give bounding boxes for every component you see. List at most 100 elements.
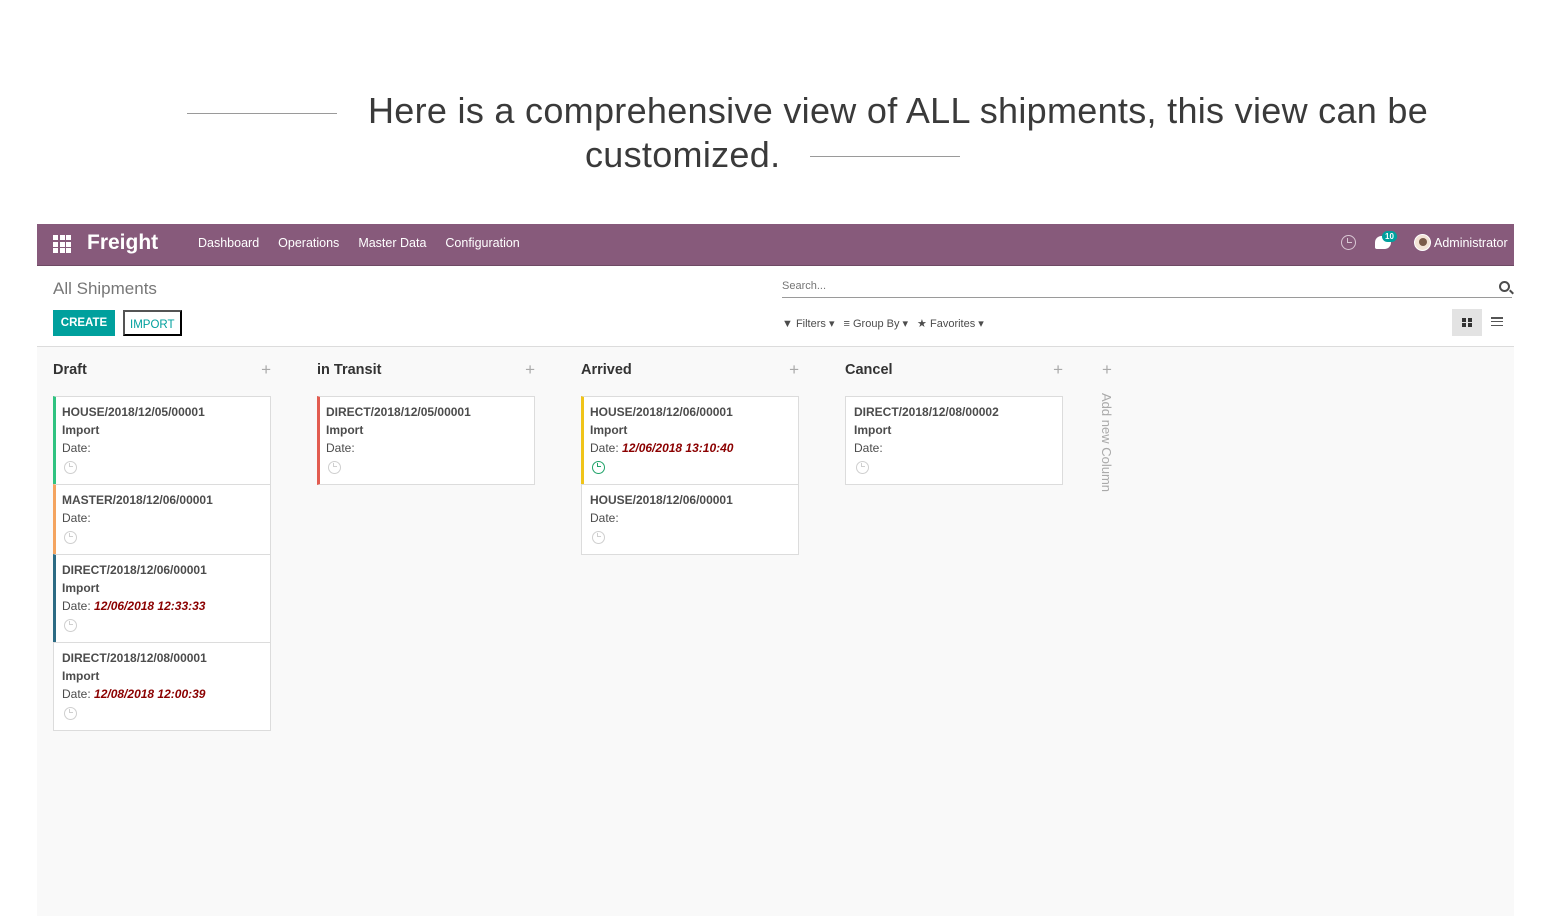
card-reference: HOUSE/2018/12/06/00001 (590, 405, 733, 419)
card-date: Date: (62, 441, 262, 459)
menu-item-operations[interactable]: Operations (278, 236, 339, 250)
group-by-label: Group By (852, 318, 900, 330)
kanban-card[interactable]: HOUSE/2018/12/06/00001 Date: (581, 484, 799, 555)
card-reference: DIRECT/2018/12/06/00001 (62, 563, 207, 577)
card-reference: HOUSE/2018/12/05/00001 (62, 405, 205, 419)
kanban-icon (1462, 318, 1472, 327)
activity-clock-icon[interactable] (328, 461, 341, 474)
add-column-plus-icon: + (1102, 360, 1112, 379)
column-header: Arrived + (581, 361, 799, 389)
date-value: 12/06/2018 13:10:40 (622, 441, 734, 455)
card-type: Import (854, 423, 892, 437)
date-label: Date: (590, 511, 619, 525)
activity-clock-icon[interactable] (64, 619, 77, 632)
favorites-label: Favorites (929, 318, 976, 330)
activity-clock-icon[interactable] (64, 531, 77, 544)
kanban-card[interactable]: DIRECT/2018/12/08/00001 Import Date: 12/… (53, 642, 271, 731)
date-label: Date: (326, 441, 355, 455)
quick-create-plus-icon[interactable]: + (789, 361, 799, 378)
filter-icon: ▼ (782, 318, 793, 330)
top-navbar: Freight Dashboard Operations Master Data… (37, 224, 1514, 266)
card-type: Import (590, 423, 628, 437)
list-bars-icon: ≡ (843, 318, 850, 330)
date-value: 12/06/2018 12:33:33 (94, 599, 206, 613)
card-date: Date: (590, 511, 790, 529)
card-type: Import (326, 423, 364, 437)
chat-badge: 10 (1382, 231, 1397, 242)
card-reference: DIRECT/2018/12/08/00002 (854, 405, 999, 419)
column-header: Cancel + (845, 361, 1063, 389)
search-input[interactable] (782, 276, 1482, 296)
date-label: Date: (854, 441, 883, 455)
activity-clock-icon[interactable] (856, 461, 869, 474)
kanban-column-arrived: Arrived + HOUSE/2018/12/06/00001 Import … (581, 361, 799, 555)
card-date: Date: 12/06/2018 13:10:40 (590, 441, 790, 459)
menu-item-dashboard[interactable]: Dashboard (198, 236, 259, 250)
column-cards: HOUSE/2018/12/06/00001 Import Date: 12/0… (581, 396, 799, 555)
date-label: Date: (590, 441, 619, 455)
column-header: in Transit + (317, 361, 535, 389)
user-menu[interactable]: Administrator (1434, 236, 1508, 250)
create-button[interactable]: CREATE (53, 310, 115, 336)
group-by-dropdown[interactable]: ≡ Group By ▾ (844, 317, 909, 330)
date-value: 12/08/2018 12:00:39 (94, 687, 206, 701)
date-label: Date: (62, 511, 91, 525)
kanban-column-draft: Draft + HOUSE/2018/12/05/00001 Import Da… (53, 361, 271, 731)
star-icon: ★ (917, 318, 927, 330)
quick-create-plus-icon[interactable]: + (1053, 361, 1063, 378)
kanban-card[interactable]: MASTER/2018/12/06/00001 Date: (53, 484, 271, 555)
search-icon[interactable] (1499, 281, 1510, 292)
menu-item-master-data[interactable]: Master Data (358, 236, 426, 250)
caret-down-icon: ▾ (978, 318, 984, 330)
add-column-label: Add new Column (1099, 393, 1114, 492)
caret-down-icon: ▾ (902, 318, 909, 330)
quick-create-plus-icon[interactable]: + (261, 361, 271, 378)
activity-clock-icon[interactable] (64, 707, 77, 720)
caption-line-2: customized. (585, 134, 781, 175)
card-reference: MASTER/2018/12/06/00001 (62, 493, 213, 507)
activity-clock-icon[interactable] (592, 531, 605, 544)
kanban-card[interactable]: DIRECT/2018/12/05/00001 Import Date: (317, 396, 535, 485)
column-title: in Transit (317, 362, 382, 378)
menu-item-configuration[interactable]: Configuration (445, 236, 519, 250)
column-cards: HOUSE/2018/12/05/00001 Import Date: MAST… (53, 396, 271, 731)
add-new-column[interactable]: + Add new Column (1097, 361, 1117, 511)
date-label: Date: (62, 441, 91, 455)
caret-down-icon: ▾ (828, 318, 835, 330)
slide-caption: Here is a comprehensive view of ALL ship… (0, 88, 1562, 188)
kanban-card[interactable]: HOUSE/2018/12/05/00001 Import Date: (53, 396, 271, 485)
activity-clock-icon[interactable] (592, 461, 605, 474)
apps-menu-icon[interactable] (53, 235, 71, 253)
filters-dropdown[interactable]: ▼ Filters ▾ (782, 317, 835, 330)
activity-clock-icon[interactable] (1341, 235, 1356, 250)
column-title: Arrived (581, 362, 632, 378)
app-window: Freight Dashboard Operations Master Data… (37, 224, 1514, 916)
kanban-view-button[interactable] (1452, 309, 1482, 336)
date-label: Date: (62, 687, 91, 701)
kanban-column-in-transit: in Transit + DIRECT/2018/12/05/00001 Imp… (317, 361, 535, 485)
card-type: Import (62, 423, 100, 437)
filters-label: Filters (795, 318, 826, 330)
card-date: Date: (854, 441, 1054, 459)
activity-clock-icon[interactable] (64, 461, 77, 474)
card-type: Import (62, 581, 100, 595)
kanban-card[interactable]: DIRECT/2018/12/08/00002 Import Date: (845, 396, 1063, 485)
import-button[interactable]: IMPORT (123, 310, 182, 336)
date-label: Date: (62, 599, 91, 613)
card-date: Date: (62, 511, 262, 529)
card-reference: DIRECT/2018/12/08/00001 (62, 651, 207, 665)
kanban-card[interactable]: DIRECT/2018/12/06/00001 Import Date: 12/… (53, 554, 271, 643)
kanban-column-cancel: Cancel + DIRECT/2018/12/08/00002 Import … (845, 361, 1063, 485)
column-header: Draft + (53, 361, 271, 389)
card-date: Date: 12/06/2018 12:33:33 (62, 599, 262, 617)
column-cards: DIRECT/2018/12/08/00002 Import Date: (845, 396, 1063, 485)
favorites-dropdown[interactable]: ★ Favorites ▾ (917, 317, 984, 330)
quick-create-plus-icon[interactable]: + (525, 361, 535, 378)
avatar[interactable] (1414, 234, 1431, 251)
list-view-button[interactable] (1482, 309, 1512, 336)
kanban-card[interactable]: HOUSE/2018/12/06/00001 Import Date: 12/0… (581, 396, 799, 485)
caption-line-1: Here is a comprehensive view of ALL ship… (368, 90, 1429, 131)
column-cards: DIRECT/2018/12/05/00001 Import Date: (317, 396, 535, 485)
card-reference: HOUSE/2018/12/06/00001 (590, 493, 733, 507)
search-box (782, 276, 1512, 298)
